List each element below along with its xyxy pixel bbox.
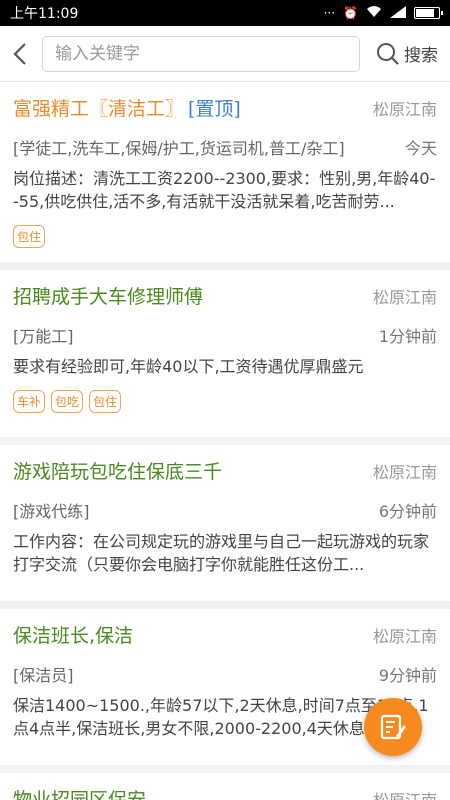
job-category: [游戏代练] — [13, 502, 90, 521]
job-tag: 包住 — [89, 390, 122, 413]
job-tags: 车补 包吃 包住 — [13, 390, 437, 413]
job-title: 保洁班长,保洁 — [13, 625, 134, 647]
job-location: 松原江南 — [372, 99, 437, 119]
job-list: 富强精工〖清洁工〗 [置顶] 松原江南 [学徒工,洗车工,保姆/护工,货运司机,普… — [0, 82, 450, 800]
job-time: 今天 — [404, 139, 437, 158]
job-title: 游戏陪玩包吃住保底三千 — [13, 461, 223, 483]
job-description: 工作内容：在公司规定玩的游戏里与自己一起玩游戏的玩家打字交流（只要你会电脑打字你… — [13, 532, 430, 574]
job-tag: 包吃 — [51, 390, 84, 413]
status-time: 上午11:09 — [10, 6, 79, 22]
search-input[interactable] — [42, 35, 360, 72]
job-tag: 车补 — [13, 390, 46, 413]
job-category: [保洁员] — [13, 666, 74, 685]
job-title: 富强精工〖清洁工〗 [置顶] — [13, 98, 241, 120]
battery-icon — [414, 7, 443, 19]
job-time: 1分钟前 — [378, 327, 437, 346]
edit-note-icon — [380, 714, 406, 740]
back-arrow-icon — [13, 42, 26, 65]
search-button-label: 搜索 — [404, 46, 438, 66]
job-title: 招聘成手大车修理师傅 — [13, 286, 204, 308]
job-location: 松原江南 — [372, 287, 437, 307]
job-location: 松原江南 — [372, 790, 437, 800]
more-dots-icon: ··· — [323, 6, 336, 20]
job-item[interactable]: 招聘成手大车修理师傅 松原江南 [万能工] 1分钟前 要求有经验即可,年龄40以… — [0, 270, 450, 445]
job-tags: 包住 — [13, 225, 437, 248]
search-header: 搜索 — [0, 26, 450, 82]
job-location: 松原江南 — [372, 462, 437, 482]
status-icons: ··· ⏰ — [323, 5, 443, 21]
back-button[interactable] — [6, 34, 34, 74]
job-time: 6分钟前 — [378, 502, 437, 521]
search-icon — [377, 42, 399, 65]
job-tag: 包住 — [13, 225, 46, 248]
job-category: [万能工] — [13, 327, 74, 346]
job-item[interactable]: 游戏陪玩包吃住保底三千 松原江南 [游戏代练] 6分钟前 工作内容：在公司规定玩… — [0, 445, 450, 609]
wifi-icon — [366, 5, 382, 21]
job-title: 物业招园区保安 — [13, 789, 147, 800]
job-description: 要求有经验即可,年龄40以下,工资待遇优厚鼎盛元 — [13, 357, 364, 376]
pinned-label: [置顶] — [188, 98, 241, 120]
alarm-off-icon: ⏰ — [343, 6, 358, 20]
job-time: 9分钟前 — [378, 666, 437, 685]
job-description: 岗位描述：清洗工工资2200--2300,要求：性别,男,年龄40--55,供吃… — [13, 169, 436, 211]
job-item[interactable]: 富强精工〖清洁工〗 [置顶] 松原江南 [学徒工,洗车工,保姆/护工,货运司机,普… — [0, 82, 450, 270]
status-bar: 上午11:09 ··· ⏰ — [0, 0, 450, 26]
job-location: 松原江南 — [372, 626, 437, 646]
job-category: [学徒工,洗车工,保姆/护工,货运司机,普工/杂工] — [13, 139, 345, 158]
signal-icon — [390, 5, 406, 21]
job-item[interactable]: 物业招园区保安 松原江南 — [0, 773, 450, 800]
search-button[interactable]: 搜索 — [376, 41, 438, 66]
post-job-button[interactable] — [364, 698, 422, 756]
